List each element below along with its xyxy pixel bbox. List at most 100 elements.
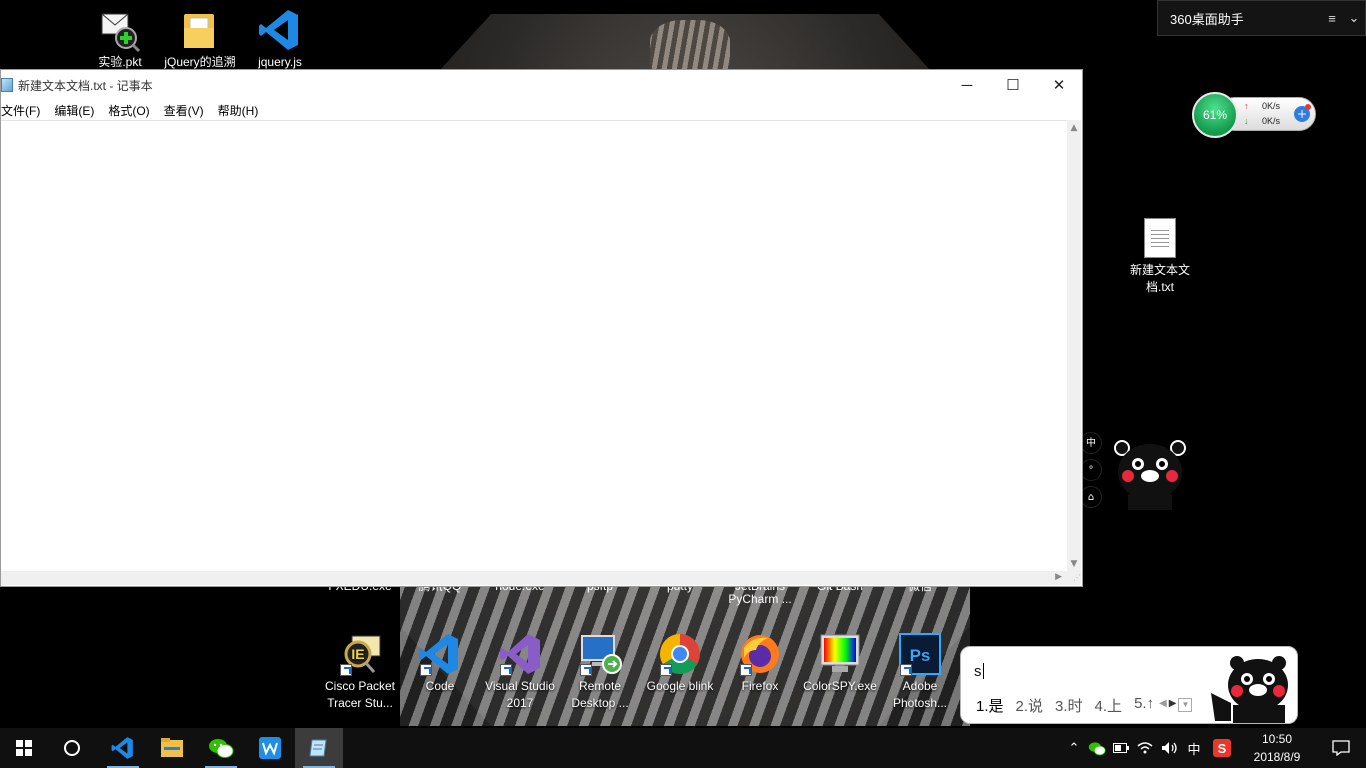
text-caret: [982, 663, 984, 679]
desktop-icon-photoshop[interactable]: Ps Adobe Photosh...: [880, 632, 960, 712]
taskbar-wps[interactable]: [246, 728, 294, 768]
folder-icon: [161, 738, 183, 757]
menu-bar: 文件(F) 编辑(E) 格式(O) 查看(V) 帮助(H): [1, 100, 1082, 120]
action-center-button[interactable]: [1316, 728, 1366, 768]
candidate-item[interactable]: 2.说: [1016, 695, 1044, 716]
punctuation-icon[interactable]: °: [1080, 459, 1102, 481]
windows-logo-icon: [16, 740, 32, 756]
menu-view[interactable]: 查看(V): [157, 100, 211, 120]
desktop-icon-label: Cisco Packet Tracer Stu...: [324, 679, 396, 710]
input-language-indicator[interactable]: 中: [1184, 728, 1204, 768]
cortana-search-button[interactable]: [48, 728, 96, 768]
scroll-right-icon[interactable]: ▶: [1055, 572, 1062, 582]
firefox-icon: [738, 632, 782, 676]
shortcut-arrow-icon: [660, 664, 672, 676]
desktop-icon-google-blink[interactable]: Google blink: [640, 632, 720, 695]
notepad-icon: [309, 739, 327, 757]
kumamon-mascot-icon[interactable]: [1110, 438, 1190, 510]
candidate-item[interactable]: 5.↑: [1134, 695, 1154, 716]
desktop-icon-label: Google blink: [646, 679, 714, 693]
sogou-ime-icon[interactable]: S: [1210, 728, 1234, 768]
download-speed-value: 0K/s: [1261, 116, 1280, 126]
desktop-icon-label: Firefox: [741, 679, 779, 693]
shortcut-arrow-icon: [340, 664, 352, 676]
notification-icon: [1332, 740, 1350, 756]
vscode-icon: [418, 632, 462, 676]
menu-edit[interactable]: 编辑(E): [47, 100, 101, 120]
scroll-up-icon[interactable]: ▲: [1069, 123, 1079, 133]
kumamon-skin-icon: [1201, 653, 1293, 723]
taskbar: ⌃ 中 S 10:50 2018/8/9: [0, 728, 1366, 768]
candidate-nav: ◀ ▶ ▼: [1159, 698, 1193, 712]
minimize-button[interactable]: ─: [944, 70, 990, 100]
shortcut-arrow-icon: [500, 664, 512, 676]
memory-usage-ball[interactable]: 61%: [1192, 92, 1238, 138]
desktop-icon-label: Code: [425, 679, 455, 693]
packet-tracer-file-icon: [98, 8, 142, 52]
speed-widget[interactable]: 61% ↑ 0K/s ↓ 0K/s +: [1192, 92, 1318, 138]
start-button[interactable]: [0, 728, 48, 768]
upload-arrow-icon: ↑: [1244, 101, 1249, 111]
ime-mode-toggle[interactable]: 中: [1080, 432, 1102, 454]
ime-candidate-window[interactable]: s 1.是 2.说 3.时 4.上 5.↑ ◀ ▶ ▼: [960, 646, 1298, 724]
ime-side-toolbar[interactable]: 中 ° ⌂: [1080, 432, 1102, 512]
text-editor[interactable]: [1, 120, 1068, 572]
prev-page-icon[interactable]: ◀: [1159, 698, 1167, 712]
maximize-button[interactable]: ☐: [990, 70, 1036, 100]
resize-grip-icon[interactable]: ⋰: [1067, 571, 1081, 585]
visual-studio-icon: [498, 632, 542, 676]
volume-icon[interactable]: [1158, 728, 1182, 768]
desktop-icon-visual-studio[interactable]: Visual Studio 2017: [480, 632, 560, 712]
close-button[interactable]: ✕: [1036, 70, 1082, 100]
tray-wechat-icon[interactable]: [1086, 728, 1108, 768]
desktop-icon-colorspy[interactable]: ColorSPY.exe: [800, 632, 880, 695]
desktop-icon-label: Adobe Photosh...: [892, 679, 948, 710]
title-bar[interactable]: 新建文本文档.txt - 记事本 ─ ☐ ✕: [1, 70, 1082, 100]
clock[interactable]: 10:50 2018/8/9: [1244, 730, 1310, 766]
candidate-item[interactable]: 4.上: [1095, 695, 1123, 716]
svg-text:IE: IE: [351, 646, 364, 662]
desktop-icon-remote-desktop[interactable]: Remote Desktop ...: [560, 632, 640, 712]
candidate-item[interactable]: 1.是: [976, 695, 1004, 716]
menu-icon[interactable]: ≡: [1321, 11, 1343, 26]
window-title: 新建文本文档.txt - 记事本: [18, 78, 153, 93]
menu-format[interactable]: 格式(O): [101, 100, 156, 120]
menu-help[interactable]: 帮助(H): [211, 100, 266, 120]
ime-composition: s: [974, 663, 984, 680]
desktop-icon-code[interactable]: Code: [400, 632, 480, 695]
desktop-icon-pkt[interactable]: 实验.pkt: [80, 8, 160, 71]
vertical-scrollbar[interactable]: ▲ ▼: [1067, 120, 1081, 572]
show-hidden-icons-button[interactable]: ⌃: [1064, 728, 1084, 768]
horizontal-scrollbar[interactable]: ▶: [1, 571, 1068, 585]
desktop-icon-jquery-folder[interactable]: jQuery的追溯: [160, 8, 240, 71]
chevron-up-icon: ⌃: [1068, 740, 1080, 755]
taskbar-notepad[interactable]: [295, 728, 343, 768]
chevron-down-icon[interactable]: ⌄: [1343, 10, 1365, 26]
desktop-icon-jqueryjs[interactable]: jquery.js: [240, 8, 320, 71]
remote-desktop-icon: [578, 632, 622, 676]
next-page-icon[interactable]: ▶: [1169, 698, 1177, 712]
expand-candidates-icon[interactable]: ▼: [1178, 698, 1193, 712]
folder-icon: [178, 8, 222, 52]
candidate-item[interactable]: 3.时: [1055, 695, 1083, 716]
taskbar-file-explorer[interactable]: [148, 728, 196, 768]
menu-file[interactable]: 文件(F): [1, 100, 47, 120]
clock-date: 2018/8/9: [1253, 750, 1301, 764]
shortcut-arrow-icon: [580, 664, 592, 676]
notepad-window[interactable]: 新建文本文档.txt - 记事本 ─ ☐ ✕ 文件(F) 编辑(E) 格式(O)…: [0, 69, 1083, 587]
desktop-icon-label: Remote Desktop ...: [571, 679, 629, 710]
wps-icon: [259, 737, 281, 759]
chrome-icon: [658, 632, 702, 676]
desktop-icon-text-file[interactable]: 新建文本文档.txt: [1120, 218, 1200, 296]
desktop-icon-cisco[interactable]: IE Cisco Packet Tracer Stu...: [320, 632, 400, 712]
skin-icon[interactable]: ⌂: [1080, 486, 1102, 508]
assistant-360-title: 360桌面助手: [1170, 11, 1244, 27]
taskbar-wechat[interactable]: [197, 728, 245, 768]
assistant-360-bar[interactable]: 360桌面助手 ≡ ⌄: [1157, 0, 1366, 36]
taskbar-vscode[interactable]: [99, 728, 147, 768]
battery-icon[interactable]: [1110, 728, 1132, 768]
desktop-icon-label: ColorSPY.exe: [803, 679, 877, 693]
scroll-down-icon[interactable]: ▼: [1069, 559, 1079, 569]
desktop-icon-firefox[interactable]: Firefox: [720, 632, 800, 695]
wifi-icon[interactable]: [1134, 728, 1156, 768]
